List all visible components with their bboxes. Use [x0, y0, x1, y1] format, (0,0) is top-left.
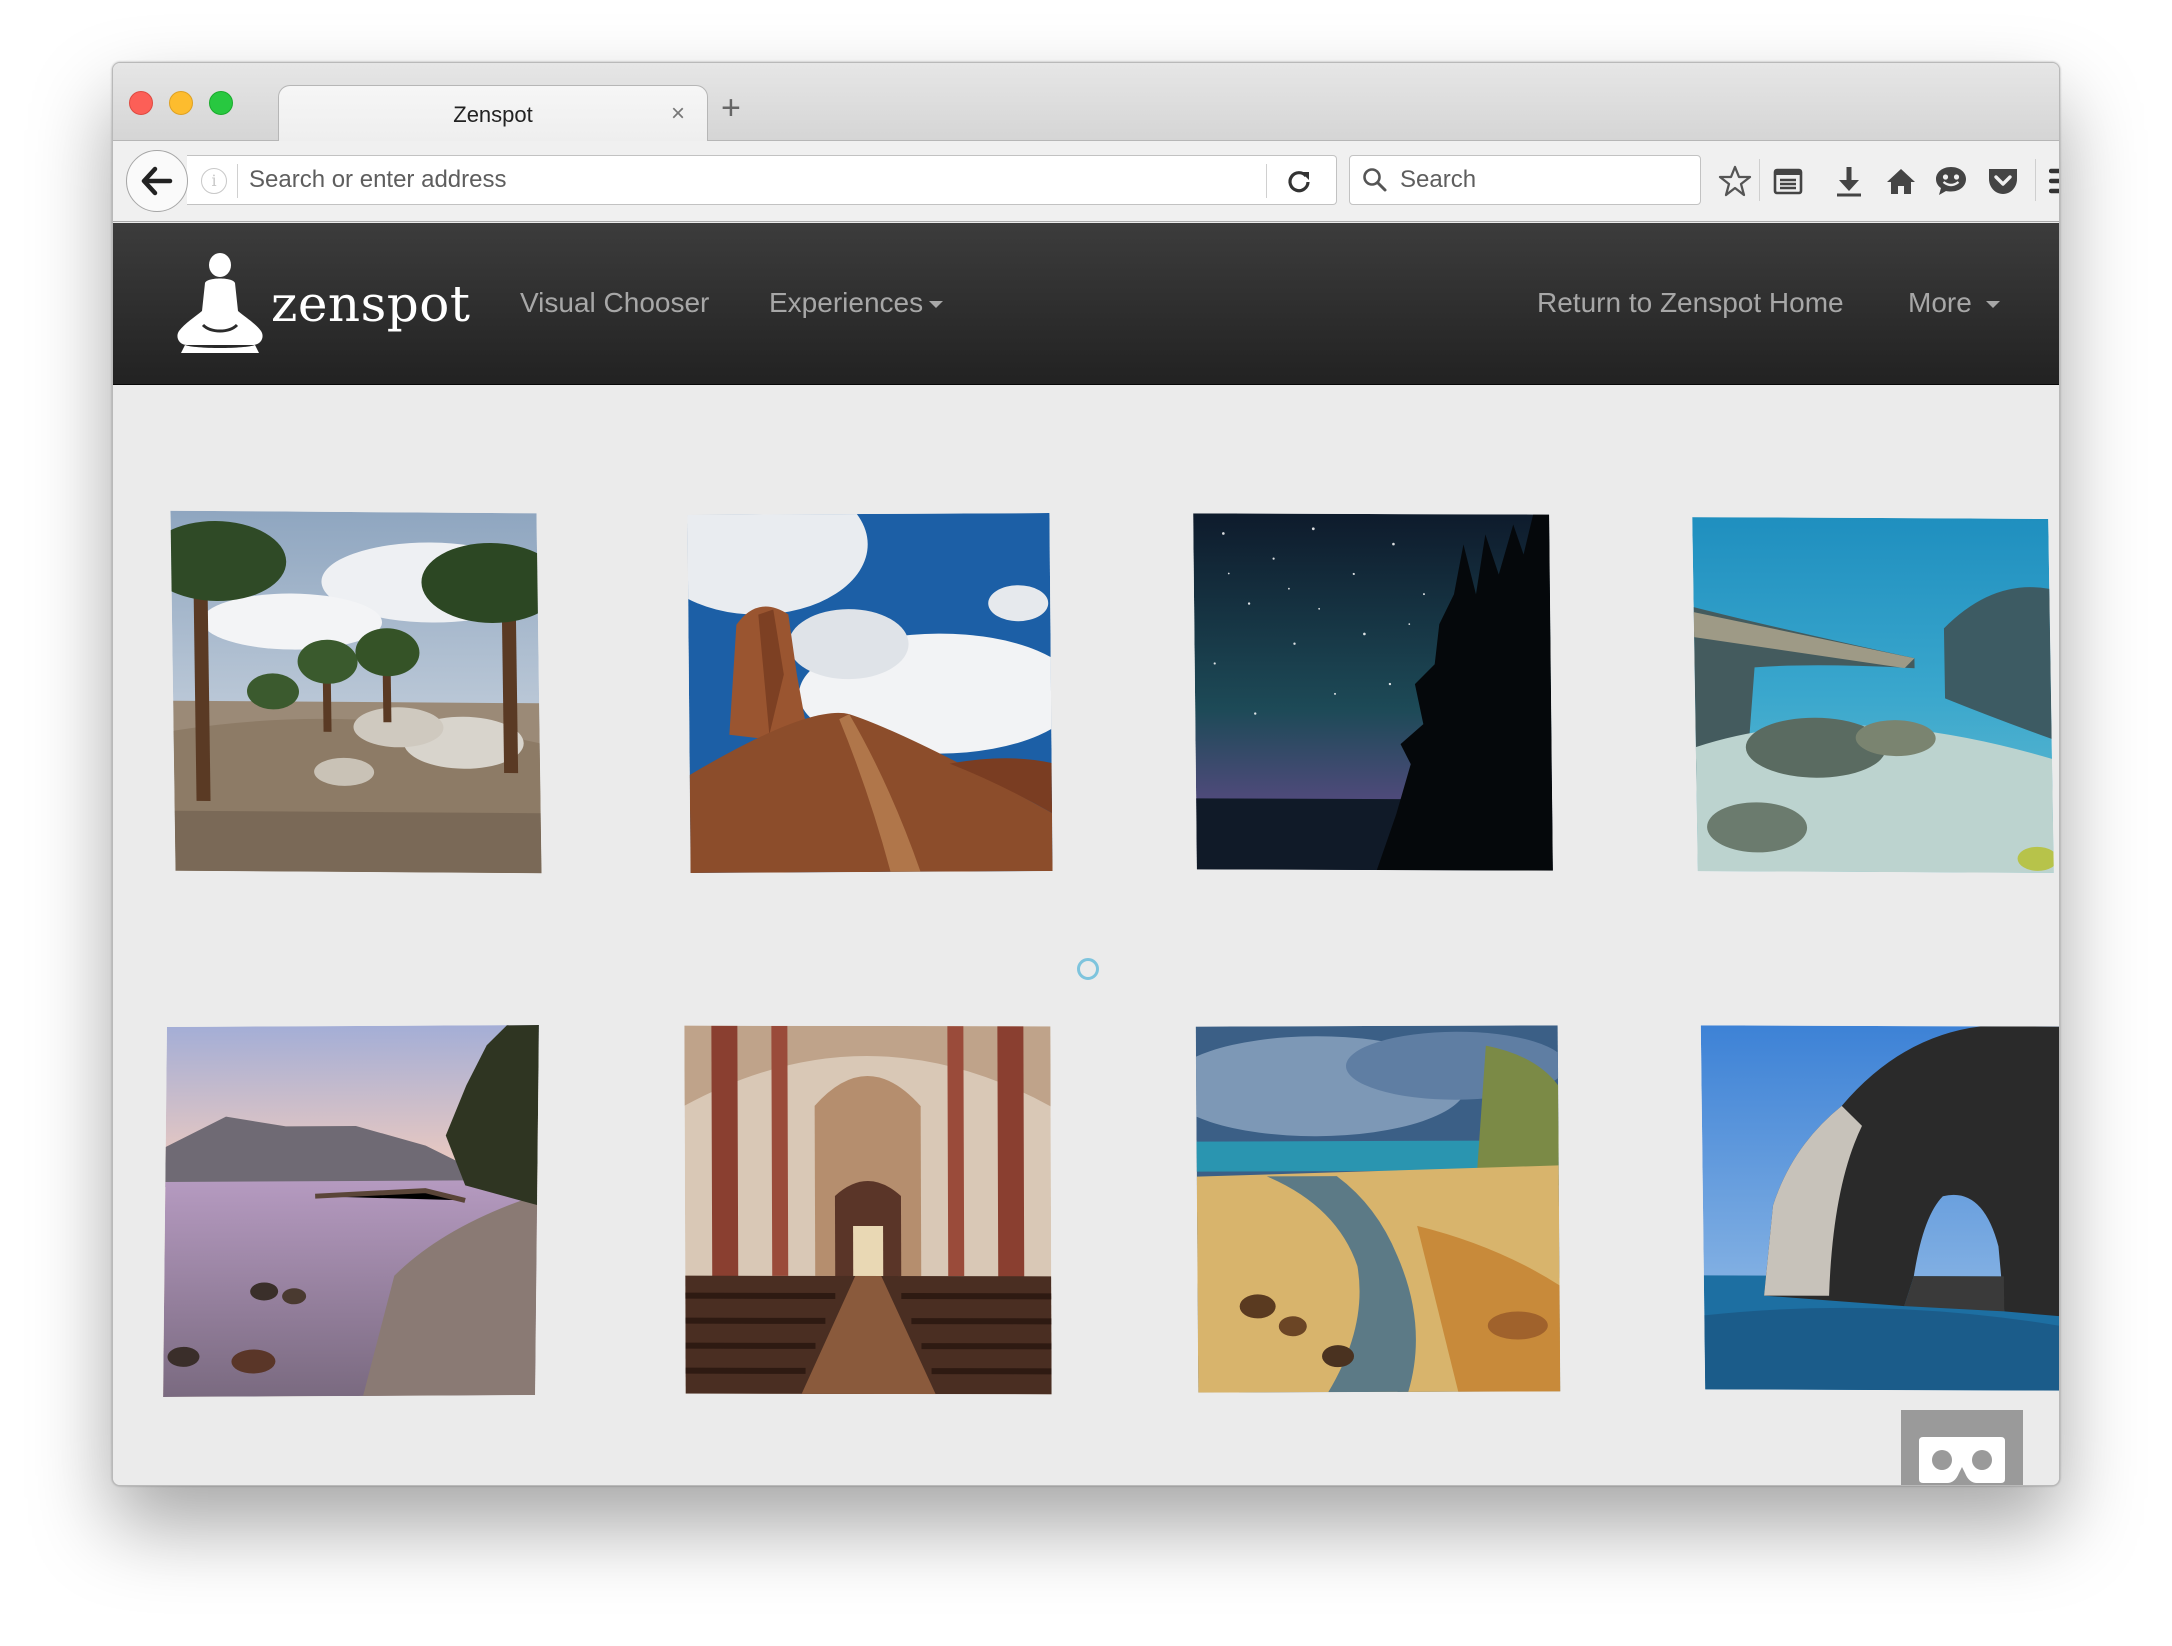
back-arrow-icon	[141, 166, 173, 196]
url-bar: i	[187, 155, 1337, 205]
tab-zenspot[interactable]: Zenspot ×	[278, 85, 708, 142]
nav-more-label: More	[1908, 287, 1972, 318]
gallery-item[interactable]	[684, 1025, 1052, 1395]
caret-down-icon	[929, 301, 944, 309]
gallery-item[interactable]	[1692, 517, 2054, 873]
download-icon[interactable]	[1829, 161, 1869, 201]
forest-photo-image	[170, 510, 542, 874]
gallery-item[interactable]	[163, 1025, 539, 1397]
gallery-item[interactable]	[1193, 513, 1553, 871]
nav-experiences-label: Experiences	[769, 287, 924, 318]
search-icon	[1362, 167, 1388, 198]
window-close-button[interactable]	[129, 91, 153, 115]
nav-experiences-dropdown[interactable]: Experiences	[769, 287, 944, 319]
vr-cardboard-button[interactable]	[1901, 1410, 2023, 1485]
menu-hamburger-icon[interactable]	[2045, 161, 2059, 201]
window-minimize-button[interactable]	[169, 91, 193, 115]
caret-down-icon	[1985, 301, 2000, 309]
nav-more-dropdown[interactable]: More	[1908, 287, 2000, 319]
gallery-item[interactable]	[1195, 1025, 1561, 1393]
nav-visual-chooser[interactable]: Visual Chooser	[520, 287, 709, 319]
divider	[237, 164, 238, 198]
tab-close-icon[interactable]: ×	[671, 100, 685, 128]
brand-name[interactable]: zenspot	[271, 275, 471, 333]
starry-night-photo-image	[1193, 513, 1553, 871]
pocket-icon[interactable]	[1983, 161, 2023, 201]
tab-strip: Zenspot × +	[113, 63, 2059, 142]
window-maximize-button[interactable]	[209, 91, 233, 115]
nav-toolbar: i	[113, 141, 2059, 222]
bookmarks-list-icon[interactable]	[1768, 161, 1808, 201]
back-button[interactable]	[126, 150, 188, 212]
site-info-icon[interactable]: i	[201, 168, 227, 194]
coral-reef-photo-image	[1692, 517, 2054, 873]
sea-arch-photo-image	[1700, 1025, 2059, 1391]
nav-return-home[interactable]: Return to Zenspot Home	[1537, 287, 1844, 319]
divider	[1266, 164, 1267, 198]
gallery-item[interactable]	[1700, 1025, 2059, 1391]
tab-title: Zenspot	[453, 102, 533, 127]
search-input[interactable]	[1400, 156, 1690, 204]
gallery-area	[113, 386, 2059, 1485]
url-input[interactable]	[249, 156, 1169, 204]
hello-chat-icon[interactable]	[1931, 161, 1971, 201]
browser-window: Zenspot × + i Search or enter address Se…	[112, 62, 2060, 1486]
cathedral-photo-image	[684, 1025, 1052, 1395]
gallery-item[interactable]	[170, 510, 542, 874]
bookmark-star-icon[interactable]	[1715, 161, 1755, 201]
lake-sunset-photo-image	[163, 1025, 539, 1397]
nav-return-home-label: Return to Zenspot Home	[1537, 287, 1844, 318]
divider	[2035, 159, 2036, 201]
divider	[1759, 159, 1760, 201]
loading-spinner-icon	[1077, 958, 1099, 980]
home-icon[interactable]	[1881, 161, 1921, 201]
nav-visual-chooser-label: Visual Chooser	[520, 287, 710, 318]
meditating-person-logo-icon[interactable]	[175, 253, 265, 360]
tidal-creek-photo-image	[1195, 1025, 1561, 1393]
gallery-item[interactable]	[687, 513, 1053, 873]
new-tab-button[interactable]: +	[721, 91, 741, 125]
reload-icon[interactable]	[1279, 164, 1319, 198]
app-navbar: zenspot Visual Chooser Experiences Retur…	[113, 223, 2059, 385]
rock-spire-photo-image	[687, 513, 1053, 873]
search-bar	[1349, 155, 1701, 205]
cardboard-vr-icon	[1919, 1437, 2005, 1483]
